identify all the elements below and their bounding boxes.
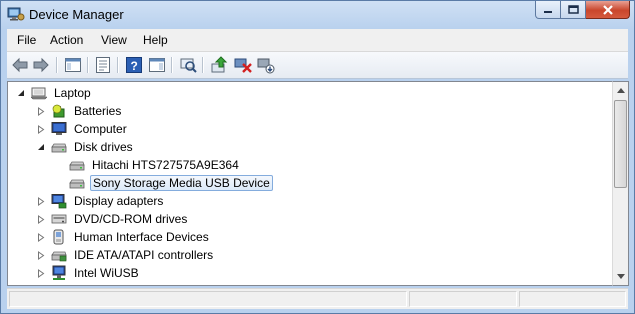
tree-item-computer[interactable]: Computer (36, 120, 129, 138)
tree-item-dvd-cdrom-drives[interactable]: DVD/CD-ROM drives (36, 210, 189, 228)
optical-drive-icon (51, 211, 67, 227)
vertical-scrollbar[interactable] (612, 81, 629, 286)
toolbar-separator (56, 57, 57, 73)
toolbar-separator (171, 57, 172, 73)
caption-buttons (535, 1, 630, 21)
properties-button[interactable] (94, 56, 112, 74)
window-title: Device Manager (29, 7, 124, 22)
toolbar-separator (87, 57, 88, 73)
tree-item-disk-drives[interactable]: Disk drives (36, 138, 135, 156)
properties-icon (96, 57, 110, 73)
close-icon (602, 4, 613, 15)
menu-file[interactable]: File (17, 33, 36, 47)
toolbar: ? (7, 52, 628, 79)
expand-icon[interactable] (36, 214, 46, 224)
device-tree[interactable]: Laptop Batteries Computer Disk drives Hi… (7, 81, 612, 286)
show-hide-action-pane-icon (149, 58, 165, 72)
expand-icon[interactable] (36, 106, 46, 116)
forward-icon (33, 57, 49, 73)
status-pane-right (519, 291, 626, 307)
ide-controller-icon (51, 247, 67, 263)
tree-label: Display adapters (74, 194, 164, 208)
tree-item-human-interface-devices[interactable]: Human Interface Devices (36, 228, 211, 246)
expand-icon[interactable] (36, 250, 46, 260)
tree-label: Hitachi HTS727575A9E364 (92, 158, 239, 172)
tree-label: Laptop (54, 86, 91, 100)
title-bar[interactable]: Device Manager (1, 1, 634, 28)
collapse-icon[interactable] (16, 88, 26, 98)
tree-item-ide-controllers[interactable]: IDE ATA/ATAPI controllers (36, 246, 215, 264)
back-icon (12, 57, 28, 73)
disable-device-button[interactable] (257, 56, 275, 74)
expand-icon[interactable] (36, 124, 46, 134)
tree-label: IDE ATA/ATAPI controllers (74, 248, 214, 262)
scroll-down-icon (616, 274, 625, 279)
scan-hardware-changes-button[interactable] (179, 56, 197, 74)
svg-text:?: ? (131, 59, 138, 73)
maximize-icon (567, 5, 579, 14)
expand-icon[interactable] (36, 268, 46, 278)
hid-icon (51, 229, 67, 245)
tree-label: Intel WiUSB (74, 266, 139, 280)
tree-item-sony-usb-device[interactable]: Sony Storage Media USB Device (69, 174, 273, 192)
battery-icon (51, 103, 67, 119)
menu-action[interactable]: Action (50, 33, 83, 47)
uninstall-device-icon (234, 58, 252, 73)
expand-icon[interactable] (36, 196, 46, 206)
maximize-button[interactable] (561, 1, 586, 19)
scroll-up-icon (616, 88, 625, 93)
disk-drive-icon (69, 157, 85, 173)
status-pane-middle (409, 291, 517, 307)
tree-item-intel-wiusb[interactable]: Intel WiUSB (36, 264, 141, 282)
show-hide-action-pane-button[interactable] (148, 56, 166, 74)
minimize-icon (544, 10, 552, 13)
network-icon (51, 265, 67, 281)
tree-label: Disk drives (74, 140, 133, 154)
tree-item-root[interactable]: Laptop (16, 84, 93, 102)
tree-label: DVD/CD-ROM drives (74, 212, 188, 226)
computer-icon (31, 85, 47, 101)
update-driver-icon (211, 56, 228, 73)
tree-item-batteries[interactable]: Batteries (36, 102, 123, 120)
tree-label: Sony Storage Media USB Device (90, 175, 273, 191)
device-manager-icon (7, 6, 25, 22)
close-button[interactable] (586, 1, 630, 19)
show-hide-console-tree-icon (65, 58, 81, 72)
uninstall-device-button[interactable] (234, 56, 252, 74)
help-button[interactable]: ? (125, 56, 143, 74)
forward-button[interactable] (32, 56, 50, 74)
device-manager-window: Device Manager File Action View Help ? L… (0, 0, 635, 314)
expand-icon[interactable] (36, 232, 46, 242)
disk-drive-icon (51, 139, 67, 155)
update-driver-button[interactable] (210, 56, 228, 74)
show-hide-console-tree-button[interactable] (64, 56, 82, 74)
tree-label: Computer (74, 122, 127, 136)
scroll-down-button[interactable] (613, 268, 628, 285)
status-bar (7, 288, 628, 309)
menu-bar: File Action View Help (7, 29, 628, 52)
menu-help[interactable]: Help (143, 33, 168, 47)
status-pane-main (9, 291, 407, 307)
display-adapter-icon (51, 193, 67, 209)
minimize-button[interactable] (535, 1, 561, 19)
toolbar-separator (202, 57, 203, 73)
toolbar-separator (117, 57, 118, 73)
tree-item-display-adapters[interactable]: Display adapters (36, 192, 165, 210)
tree-label: Batteries (74, 104, 122, 118)
help-icon: ? (126, 57, 142, 73)
tree-item-hitachi-drive[interactable]: Hitachi HTS727575A9E364 (69, 156, 241, 174)
disable-device-icon (257, 58, 275, 74)
back-button[interactable] (11, 56, 29, 74)
scan-hardware-changes-icon (180, 58, 197, 73)
menu-view[interactable]: View (101, 33, 127, 47)
collapse-icon[interactable] (36, 142, 46, 152)
disk-drive-icon (69, 175, 85, 191)
tree-label: Human Interface Devices (74, 230, 209, 244)
monitor-icon (51, 121, 67, 137)
scroll-thumb[interactable] (614, 100, 627, 188)
scroll-up-button[interactable] (613, 82, 628, 99)
